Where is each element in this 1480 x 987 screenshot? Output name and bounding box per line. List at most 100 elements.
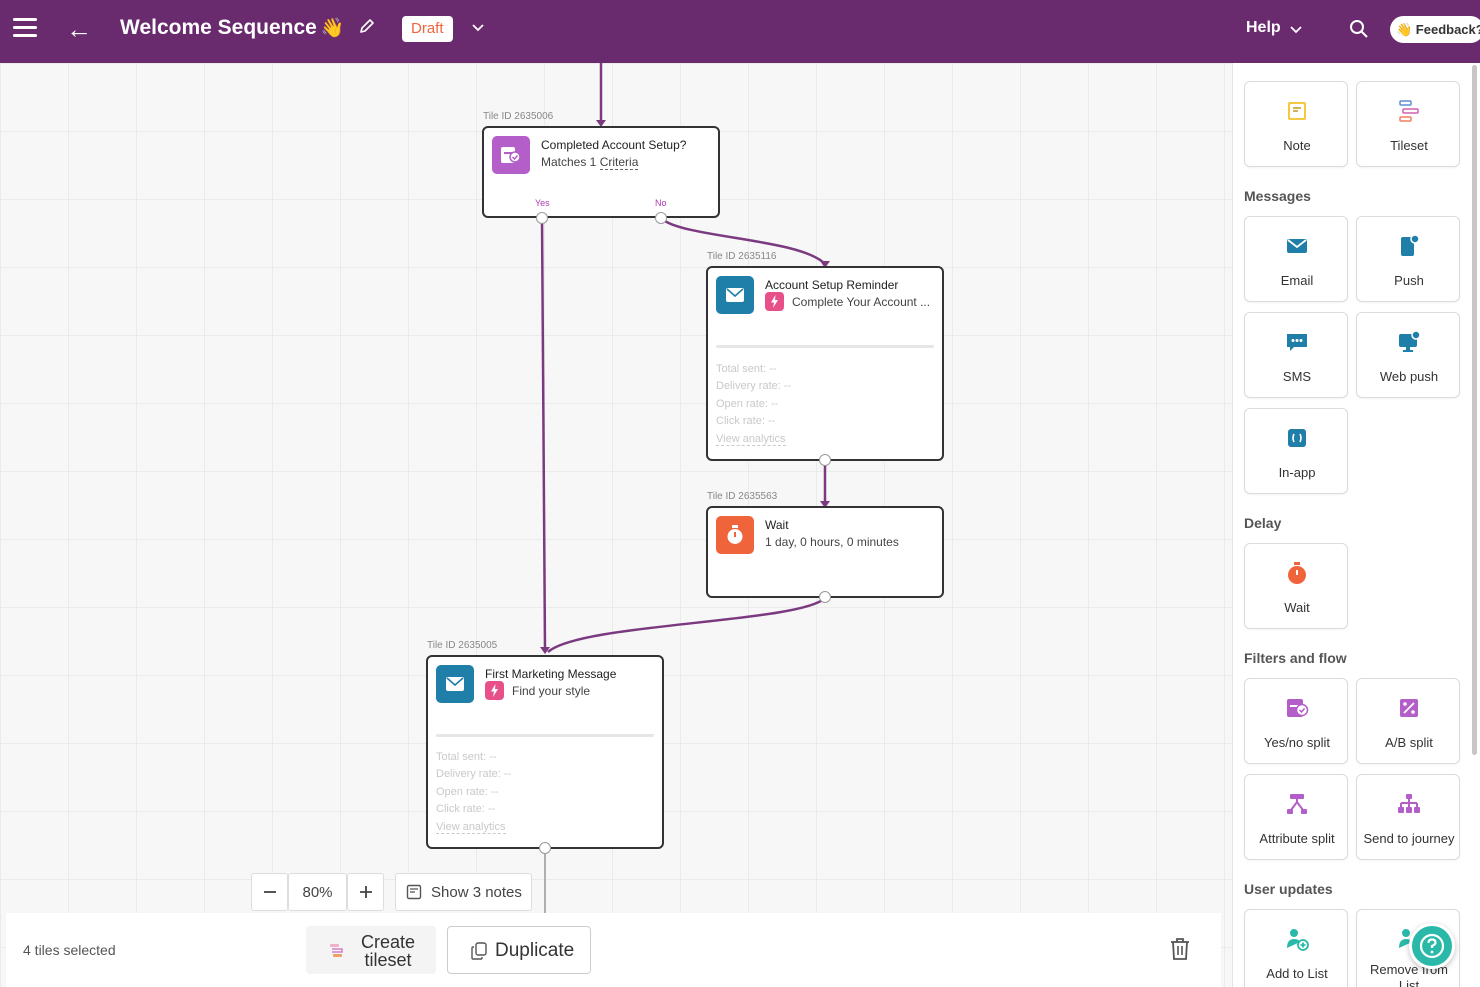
yes-output-port[interactable] bbox=[536, 212, 548, 224]
tile-subtitle: 1 day, 0 hours, 0 minutes bbox=[765, 535, 899, 549]
top-bar: ← Welcome Sequence 👋 Draft Help 👋 Feedbac… bbox=[0, 0, 1480, 63]
palette-item-attribute-split[interactable]: Attribute split bbox=[1244, 774, 1348, 860]
sms-icon bbox=[1287, 334, 1307, 351]
palette-item-wait[interactable]: Wait bbox=[1244, 543, 1348, 629]
wait-tile[interactable]: Wait 1 day, 0 hours, 0 minutes bbox=[706, 506, 944, 598]
divider bbox=[436, 734, 654, 737]
search-icon[interactable] bbox=[1349, 19, 1369, 44]
palette-item-send-to-journey[interactable]: Send to journey bbox=[1356, 774, 1460, 860]
scrollbar[interactable] bbox=[1472, 65, 1477, 755]
chevron-down-icon[interactable] bbox=[1288, 22, 1304, 43]
email-tile[interactable]: First Marketing Message Find your style … bbox=[426, 655, 664, 849]
selected-count: 4 tiles selected bbox=[23, 942, 116, 958]
divider bbox=[716, 345, 934, 348]
palette-item-web-push[interactable]: Web push bbox=[1356, 312, 1460, 398]
page-title: Welcome Sequence 👋 bbox=[120, 16, 345, 40]
lightning-icon bbox=[485, 681, 504, 700]
section-title-user-updates: User updates bbox=[1244, 881, 1333, 897]
stat-open-rate: Open rate: -- bbox=[716, 398, 779, 410]
web-push-icon bbox=[1399, 330, 1421, 352]
duplicate-button[interactable]: Duplicate bbox=[447, 926, 591, 974]
stat-open-rate: Open rate: -- bbox=[436, 786, 499, 798]
palette-item-sms[interactable]: SMS bbox=[1244, 312, 1348, 398]
palette-item-push[interactable]: Push bbox=[1356, 216, 1460, 302]
criteria-link[interactable]: Criteria bbox=[599, 155, 639, 170]
show-notes-label: Show 3 notes bbox=[431, 883, 522, 901]
email-tile[interactable]: Account Setup Reminder Complete Your Acc… bbox=[706, 266, 944, 461]
stat-delivery-rate: Delivery rate: -- bbox=[716, 380, 792, 392]
tileset-icon bbox=[330, 944, 343, 957]
section-title-messages: Messages bbox=[1244, 188, 1311, 204]
stat-total-sent: Total sent: -- bbox=[436, 751, 497, 763]
palette-item-add-to-list[interactable]: Add to List bbox=[1244, 909, 1348, 987]
stat-click-rate: Click rate: -- bbox=[716, 415, 776, 427]
zoom-out-button[interactable] bbox=[251, 873, 288, 911]
palette-item-label: Yes/no split bbox=[1263, 735, 1330, 750]
add-to-list-icon bbox=[1287, 929, 1309, 951]
create-tileset-label: Create tileset bbox=[360, 932, 416, 970]
chevron-down-icon[interactable] bbox=[470, 20, 486, 41]
tile-palette: Note Tileset Messages Email Push SMS Web… bbox=[1232, 63, 1480, 987]
show-notes-button[interactable]: Show 3 notes bbox=[395, 873, 532, 911]
stat-click-rate: Click rate: -- bbox=[436, 803, 496, 815]
view-analytics-link[interactable]: View analytics bbox=[436, 821, 506, 834]
email-icon bbox=[436, 665, 474, 703]
tile-subtitle: Matches 1 Criteria bbox=[541, 155, 639, 170]
no-branch-label: No bbox=[655, 198, 667, 208]
palette-item-label: Wait bbox=[1284, 600, 1310, 615]
back-arrow-icon[interactable]: ← bbox=[66, 16, 92, 42]
palette-item-label: In-app bbox=[1278, 465, 1316, 480]
timer-icon bbox=[1288, 562, 1306, 584]
palette-item-yes-no-split[interactable]: Yes/no split bbox=[1244, 678, 1348, 764]
selection-bar: 4 tiles selected Create tileset Duplicat… bbox=[6, 913, 1221, 987]
tile-title: Account Setup Reminder bbox=[765, 278, 899, 292]
palette-item-email[interactable]: Email bbox=[1244, 216, 1348, 302]
palette-item-tileset[interactable]: Tileset bbox=[1356, 81, 1460, 167]
hamburger-menu-icon[interactable] bbox=[13, 18, 37, 38]
palette-item-label: Add to List bbox=[1266, 966, 1328, 981]
palette-item-label: Web push bbox=[1379, 369, 1439, 384]
palette-item-label: Push bbox=[1394, 273, 1424, 288]
feedback-button[interactable]: 👋 Feedback? bbox=[1390, 16, 1480, 43]
output-port[interactable] bbox=[819, 454, 831, 466]
create-tileset-button[interactable]: Create tileset bbox=[306, 926, 436, 974]
journey-canvas[interactable]: Tile ID 2635006 Completed Account Setup?… bbox=[0, 63, 1232, 987]
tile-id-label: Tile ID 2635005 bbox=[427, 640, 498, 651]
stat-delivery-rate: Delivery rate: -- bbox=[436, 768, 512, 780]
view-analytics-link[interactable]: View analytics bbox=[716, 433, 786, 446]
palette-item-label: SMS bbox=[1282, 369, 1312, 384]
palette-item-in-app[interactable]: In-app bbox=[1244, 408, 1348, 494]
edit-title-icon[interactable] bbox=[358, 17, 376, 41]
palette-item-label: Remove from List bbox=[1369, 962, 1449, 987]
no-output-port[interactable] bbox=[655, 212, 667, 224]
tile-id-label: Tile ID 2635563 bbox=[707, 491, 778, 502]
palette-item-label: A/B split bbox=[1385, 735, 1433, 750]
yes-no-split-tile[interactable]: Completed Account Setup? Matches 1 Crite… bbox=[482, 126, 720, 218]
output-port[interactable] bbox=[539, 842, 551, 854]
push-icon bbox=[1401, 234, 1420, 256]
status-badge[interactable]: Draft bbox=[402, 16, 453, 42]
yes-no-split-icon bbox=[1287, 699, 1309, 717]
yes-branch-label: Yes bbox=[535, 198, 550, 208]
tile-title: Completed Account Setup? bbox=[541, 138, 687, 152]
journey-title: Welcome Sequence bbox=[120, 16, 317, 39]
help-menu[interactable]: Help bbox=[1246, 19, 1281, 37]
palette-item-ab-split[interactable]: A/B split bbox=[1356, 678, 1460, 764]
plus-icon bbox=[359, 886, 372, 898]
note-icon bbox=[1288, 102, 1306, 120]
ab-split-icon bbox=[1400, 699, 1418, 717]
send-to-journey-icon bbox=[1398, 794, 1420, 813]
palette-item-label: Send to journey bbox=[1363, 831, 1455, 846]
duplicate-label: Duplicate bbox=[495, 940, 575, 961]
trash-icon[interactable] bbox=[1169, 937, 1191, 966]
output-port[interactable] bbox=[819, 591, 831, 603]
tileset-icon bbox=[1399, 100, 1419, 122]
question-mark-icon bbox=[1419, 933, 1445, 959]
palette-item-note[interactable]: Note bbox=[1244, 81, 1348, 167]
attribute-split-icon bbox=[1287, 794, 1307, 814]
note-icon bbox=[406, 884, 422, 900]
zoom-in-button[interactable] bbox=[347, 873, 384, 911]
help-chat-button[interactable] bbox=[1409, 923, 1455, 969]
email-icon bbox=[1287, 239, 1307, 253]
yes-no-split-icon bbox=[492, 136, 530, 174]
